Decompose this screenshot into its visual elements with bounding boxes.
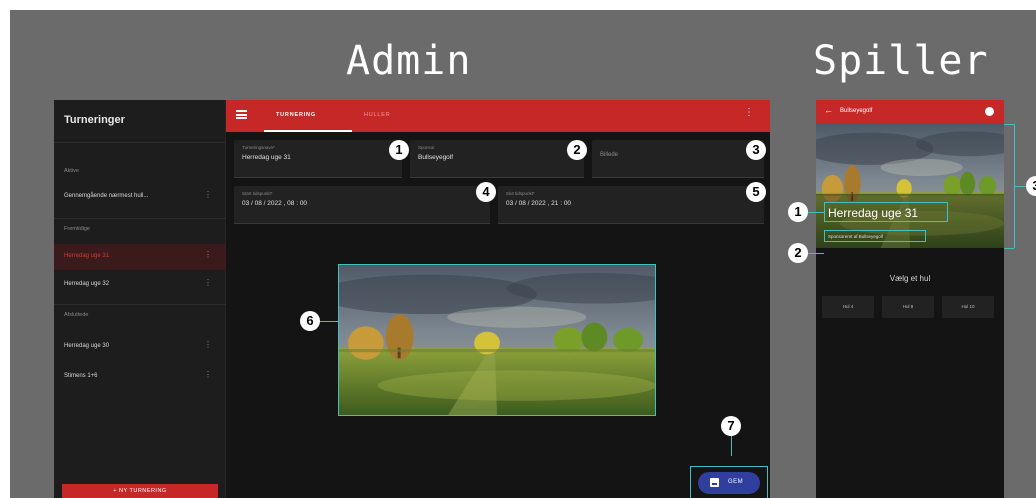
sidebar-item-label: Stimens 1+6 bbox=[64, 373, 98, 379]
hole-button[interactable]: Hul 4 bbox=[822, 296, 874, 318]
more-vert-icon[interactable]: ⋮ bbox=[204, 341, 212, 349]
sidebar-title: Turneringer bbox=[64, 114, 125, 126]
admin-heading: Admin bbox=[346, 38, 472, 84]
callout-line bbox=[731, 436, 732, 456]
admin-appbar: TURNERING HULLER ⋮ bbox=[226, 100, 770, 132]
tournament-sidebar: Turneringer Aktive Gennemgående nærmest … bbox=[54, 100, 226, 498]
sidebar-section-future: Fremtidige bbox=[64, 226, 90, 232]
more-vert-icon[interactable]: ⋮ bbox=[744, 108, 754, 118]
more-vert-icon[interactable]: ⋮ bbox=[204, 371, 212, 379]
image-field[interactable]: Billede bbox=[592, 140, 764, 178]
admin-main: TURNERING HULLER ⋮ Turneringsnavn* Herre… bbox=[226, 100, 770, 498]
field-value: 03 / 08 / 2022 , 08 : 00 bbox=[242, 200, 308, 207]
sidebar-item-label: Gennemgående nærmest hull... bbox=[64, 193, 149, 199]
bracket-line bbox=[1004, 124, 1014, 125]
callout-badge-4: 4 bbox=[476, 182, 496, 202]
player-window: ← Bullseyegolf Herredag uge 31 Sponsorer… bbox=[816, 100, 1004, 498]
sidebar-item-stimens[interactable]: Stimens 1+6 ⋮ bbox=[54, 364, 226, 390]
sidebar-section-active: Aktive bbox=[64, 168, 79, 174]
sidebar-item-herredag-uge-30[interactable]: Herredag uge 30 ⋮ bbox=[54, 334, 226, 360]
arrow-back-icon[interactable]: ← bbox=[824, 106, 833, 115]
hole-button[interactable]: Hul 8 bbox=[882, 296, 934, 318]
field-value: 03 / 08 / 2022 , 21 : 00 bbox=[506, 200, 572, 207]
tab-huller[interactable]: HULLER bbox=[364, 112, 391, 118]
player-appbar-title: Bullseyegolf bbox=[840, 108, 873, 114]
bracket-line bbox=[1004, 248, 1014, 249]
field-placeholder: Billede bbox=[600, 152, 619, 158]
callout-badge-3: 3 bbox=[1026, 176, 1036, 196]
callout-line bbox=[318, 321, 338, 322]
field-label: Sponsor bbox=[418, 145, 435, 150]
callout-badge-1: 1 bbox=[389, 140, 409, 160]
sidebar-item-label: Herredag uge 31 bbox=[64, 253, 110, 259]
start-time-field[interactable]: Start tidspunkt* 03 / 08 / 2022 , 08 : 0… bbox=[234, 186, 490, 224]
active-tab-indicator bbox=[264, 130, 352, 132]
field-label: Turneringsnavn* bbox=[242, 145, 275, 150]
hole-button[interactable]: Hul 10 bbox=[942, 296, 994, 318]
sidebar-section-finished: Afsluttede bbox=[64, 312, 89, 318]
player-appbar: ← Bullseyegolf bbox=[816, 100, 1004, 124]
bracket-line bbox=[1014, 186, 1026, 187]
player-sponsor-line: Sponsoreret af Bullseyegolf bbox=[828, 234, 884, 239]
tab-turnering[interactable]: TURNERING bbox=[276, 112, 316, 118]
field-value: Herredag uge 31 bbox=[242, 154, 291, 161]
field-value: Bullseyegolf bbox=[418, 154, 454, 161]
more-vert-icon[interactable]: ⋮ bbox=[204, 279, 212, 287]
avatar-dot-icon[interactable] bbox=[985, 107, 994, 116]
more-vert-icon[interactable]: ⋮ bbox=[204, 251, 212, 259]
field-label: Start tidspunkt* bbox=[242, 191, 273, 196]
choose-hole-label: Vælg et hul bbox=[889, 274, 931, 283]
callout-badge-2: 2 bbox=[567, 140, 587, 160]
tournament-name-field[interactable]: Turneringsnavn* Herredag uge 31 bbox=[234, 140, 402, 178]
sidebar-divider bbox=[54, 304, 226, 305]
sidebar-item-herredag-uge-32[interactable]: Herredag uge 32 ⋮ bbox=[54, 272, 226, 298]
callout-badge-2: 2 bbox=[788, 243, 808, 263]
save-button[interactable]: GEM bbox=[698, 472, 760, 494]
sidebar-divider bbox=[54, 218, 226, 219]
save-icon bbox=[710, 478, 719, 487]
save-button-label: GEM bbox=[728, 479, 744, 485]
more-vert-icon[interactable]: ⋮ bbox=[204, 191, 212, 199]
sidebar-item-label: Herredag uge 32 bbox=[64, 281, 110, 287]
image-highlight-box bbox=[338, 264, 656, 416]
sidebar-item-gennemgaaende[interactable]: Gennemgående nærmest hull... ⋮ bbox=[54, 184, 226, 210]
menu-icon[interactable] bbox=[236, 110, 247, 119]
add-tournament-button[interactable]: + NY TURNERING bbox=[62, 484, 218, 498]
presentation-canvas: Admin Spiller Turneringer Aktive Gennemg… bbox=[10, 10, 1036, 498]
sidebar-item-herredag-uge-31[interactable]: Herredag uge 31 ⋮ bbox=[54, 244, 226, 270]
callout-badge-6: 6 bbox=[300, 311, 320, 331]
player-tournament-name: Herredag uge 31 bbox=[828, 206, 919, 220]
end-time-field[interactable]: Slut tidspunkt* 03 / 08 / 2022 , 21 : 00 bbox=[498, 186, 764, 224]
callout-badge-3: 3 bbox=[746, 140, 766, 160]
admin-window: Turneringer Aktive Gennemgående nærmest … bbox=[54, 100, 770, 498]
sidebar-item-label: Herredag uge 30 bbox=[64, 343, 110, 349]
sponsor-field[interactable]: Sponsor Bullseyegolf bbox=[410, 140, 584, 178]
callout-badge-1: 1 bbox=[788, 202, 808, 222]
callout-badge-5: 5 bbox=[746, 182, 766, 202]
player-heading: Spiller bbox=[813, 38, 989, 84]
field-label: Slut tidspunkt* bbox=[506, 191, 535, 196]
callout-badge-7: 7 bbox=[721, 416, 741, 436]
sidebar-divider bbox=[54, 142, 226, 143]
